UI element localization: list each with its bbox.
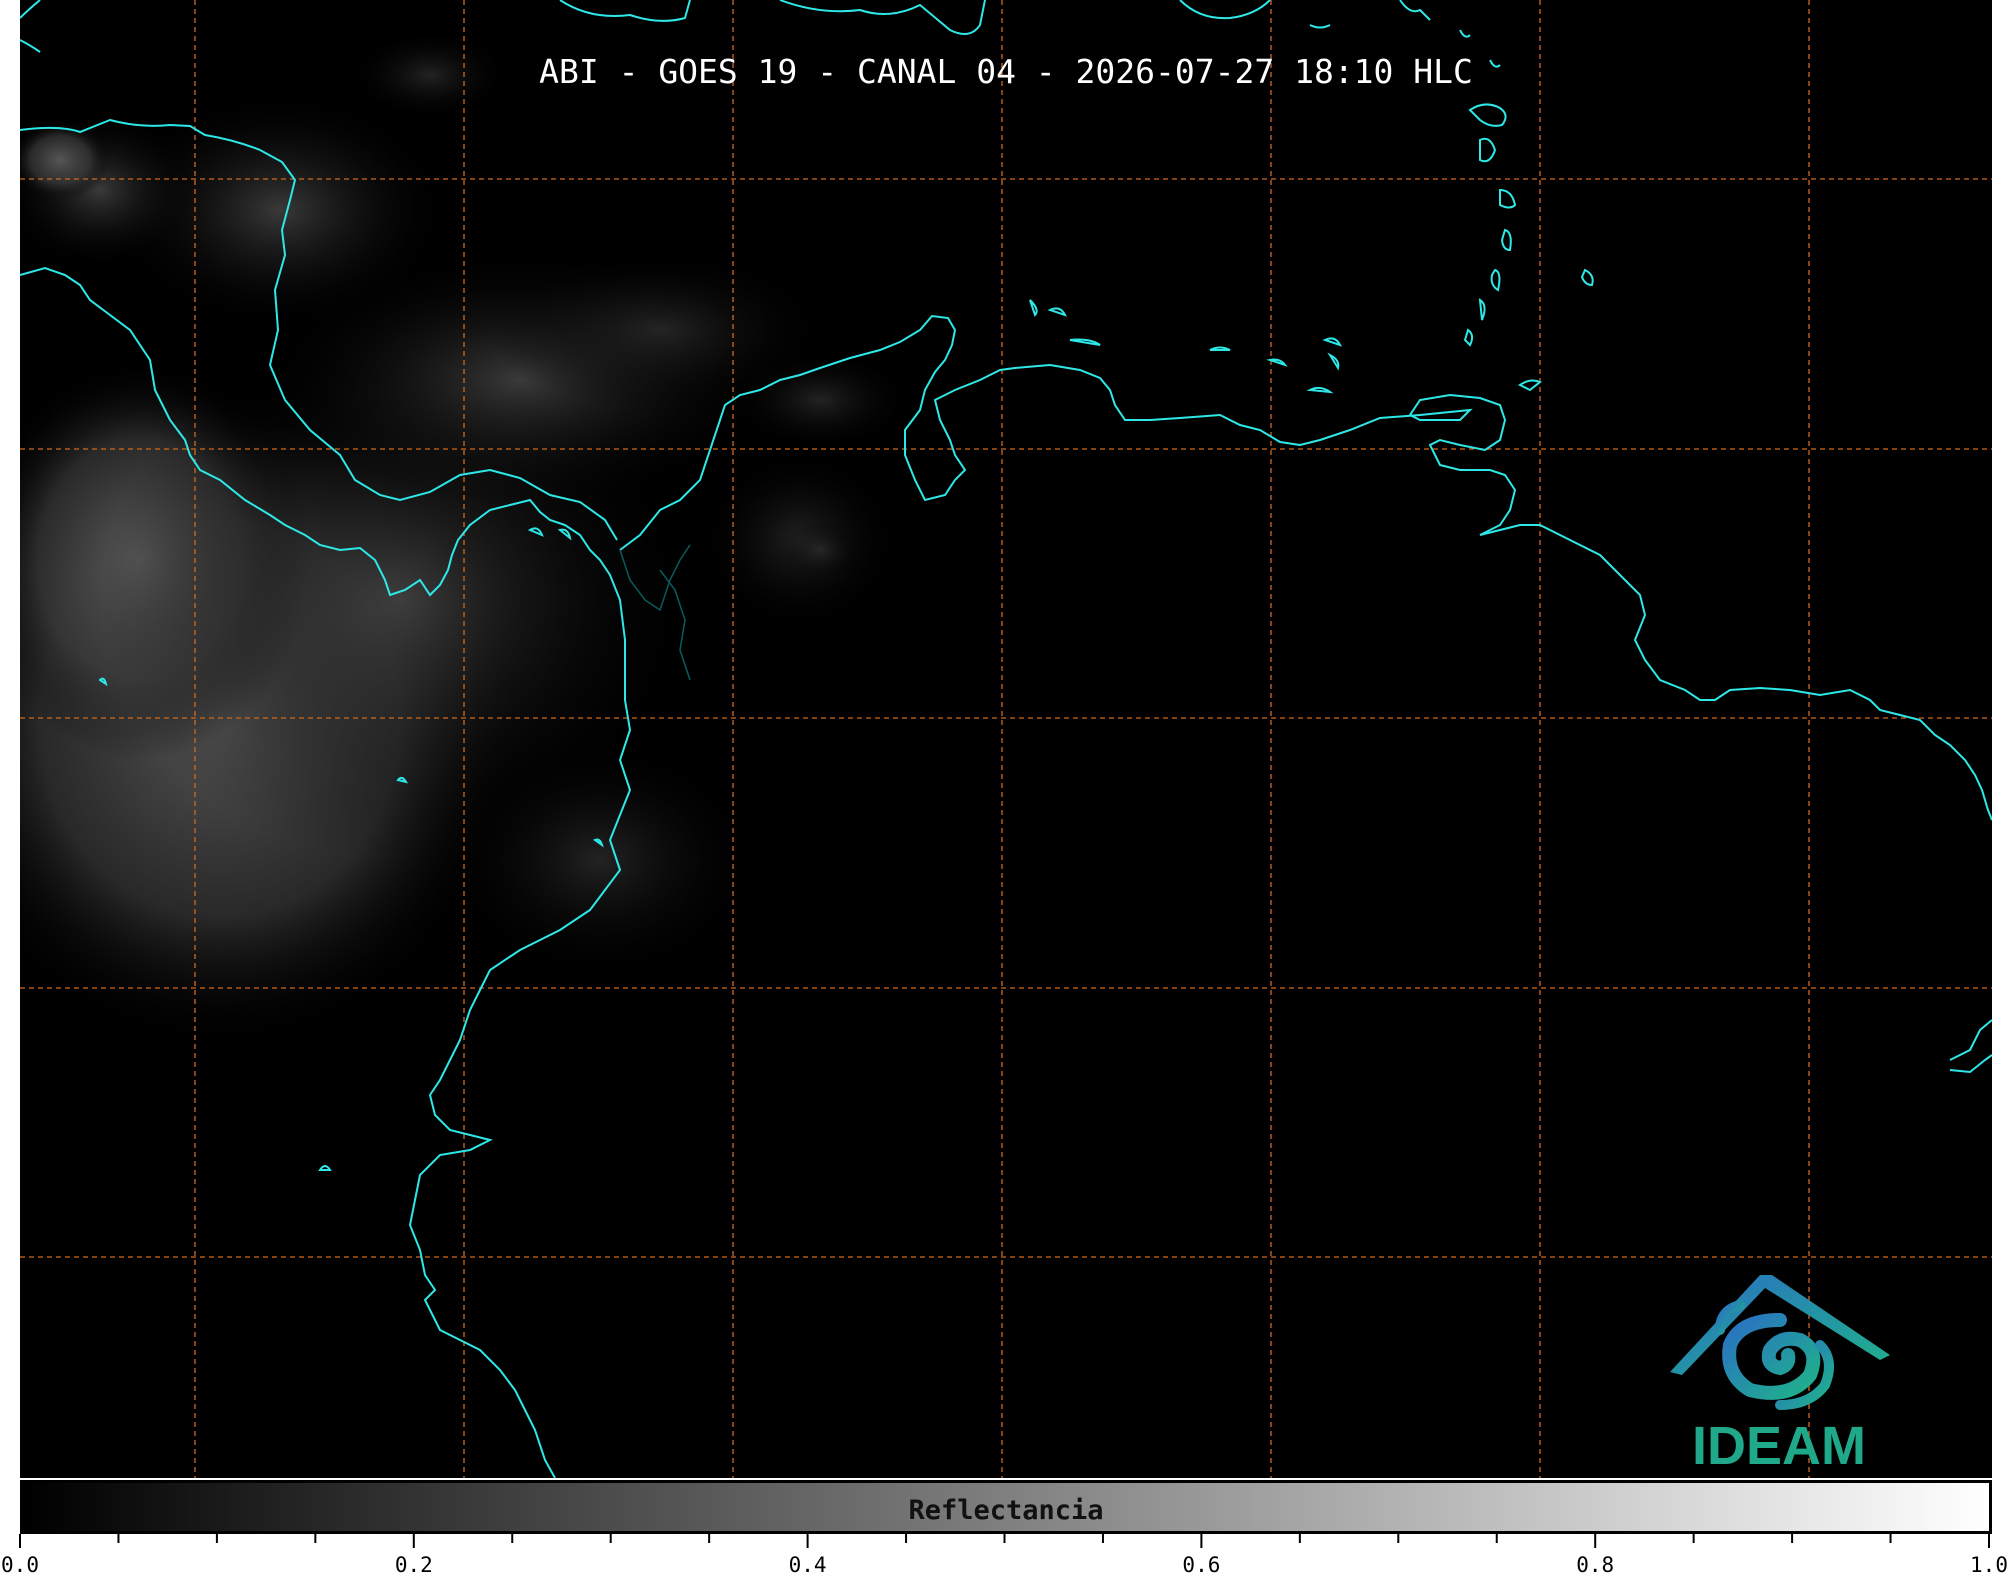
colorbar-tick-label: 0.6 xyxy=(1182,1553,1221,1577)
colorbar-tick-label: 0.0 xyxy=(1,1553,39,1577)
colorbar-tick-label: 1.0 xyxy=(1970,1553,2008,1577)
colorbar-tick-label: 0.8 xyxy=(1576,1553,1615,1577)
colorbar-tick-label: 0.2 xyxy=(394,1553,433,1577)
colorbar-ticks xyxy=(19,1534,1990,1548)
satellite-map[interactable]: ABI - GOES 19 - CANAL 04 - 2026-07-27 18… xyxy=(20,0,1992,1478)
map-canvas xyxy=(20,0,1992,1478)
colorbar-label: Reflectancia xyxy=(908,1495,1104,1526)
ideam-logo-text: IDEAM xyxy=(1692,1416,1866,1476)
ideam-logo xyxy=(1670,1275,1890,1410)
map-title: ABI - GOES 19 - CANAL 04 - 2026-07-27 18… xyxy=(539,52,1473,91)
colorbar: Reflectancia xyxy=(20,1480,1992,1534)
colorbar-tick-label: 0.4 xyxy=(788,1553,827,1577)
cloud-cover xyxy=(20,30,910,1050)
